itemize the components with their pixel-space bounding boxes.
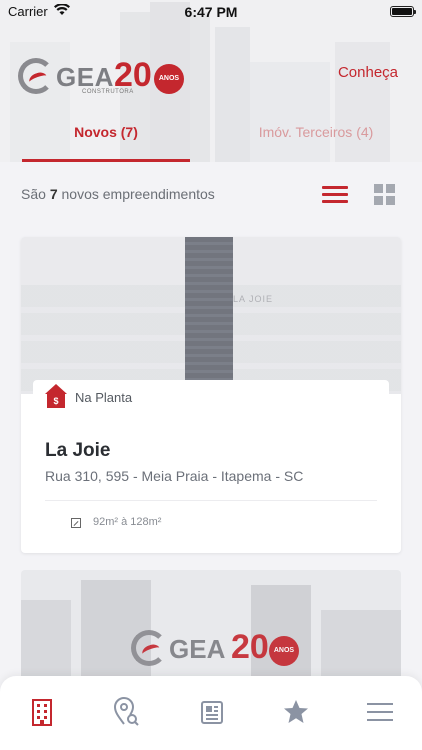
status-tag: $ Na Planta <box>33 380 389 414</box>
menu-icon[interactable] <box>364 696 396 728</box>
battery-icon <box>390 6 416 17</box>
clock: 6:47 PM <box>184 4 238 20</box>
logo-mark-icon <box>18 58 54 94</box>
logo-badge: ANOS <box>154 64 184 94</box>
listing-area: 92m² à 128m² <box>93 516 162 528</box>
area-icon <box>71 518 81 528</box>
summary-suffix: novos empreendimentos <box>61 186 215 202</box>
listing-photo: LA JOIE <box>21 237 401 394</box>
star-icon[interactable] <box>280 696 312 728</box>
divider <box>45 500 377 501</box>
tab-imoveis-terceiros[interactable]: Imóv. Terceiros (4) <box>232 124 400 162</box>
grid-view-icon[interactable] <box>374 184 396 206</box>
placeholder-logo: GEA 20 ANOS <box>131 628 299 668</box>
listing-title: La Joie <box>45 440 111 461</box>
tab-bar: Novos (7) Imóv. Terceiros (4) <box>0 118 422 162</box>
logo-number: 20 <box>114 56 152 94</box>
listing-card-placeholder[interactable]: GEA 20 ANOS <box>21 570 401 680</box>
status-bar: Carrier 6:47 PM <box>0 0 422 24</box>
summary-prefix: São <box>21 186 46 202</box>
listing-card[interactable]: LA JOIE $ Na Planta La Joie Rua 310, 595… <box>21 237 401 553</box>
results-summary: São 7 novos empreendimentos <box>21 186 215 202</box>
listing-address: Rua 310, 595 - Meia Praia - Itapema - SC <box>45 468 304 484</box>
logo-mark-icon <box>131 630 167 666</box>
map-search-icon[interactable] <box>110 696 142 728</box>
list-view-icon[interactable] <box>322 184 348 206</box>
brand-logo: GEA CONSTRUTORA 20 ANOS <box>18 56 184 96</box>
conheca-link[interactable]: Conheça <box>338 64 398 81</box>
status-label: Na Planta <box>75 390 133 405</box>
bottom-navigation <box>0 676 422 750</box>
house-dollar-icon: $ <box>45 384 67 408</box>
tab-novos[interactable]: Novos (7) <box>22 124 190 162</box>
news-icon[interactable] <box>196 696 228 728</box>
summary-count: 7 <box>49 186 58 202</box>
building-icon[interactable] <box>26 696 58 728</box>
